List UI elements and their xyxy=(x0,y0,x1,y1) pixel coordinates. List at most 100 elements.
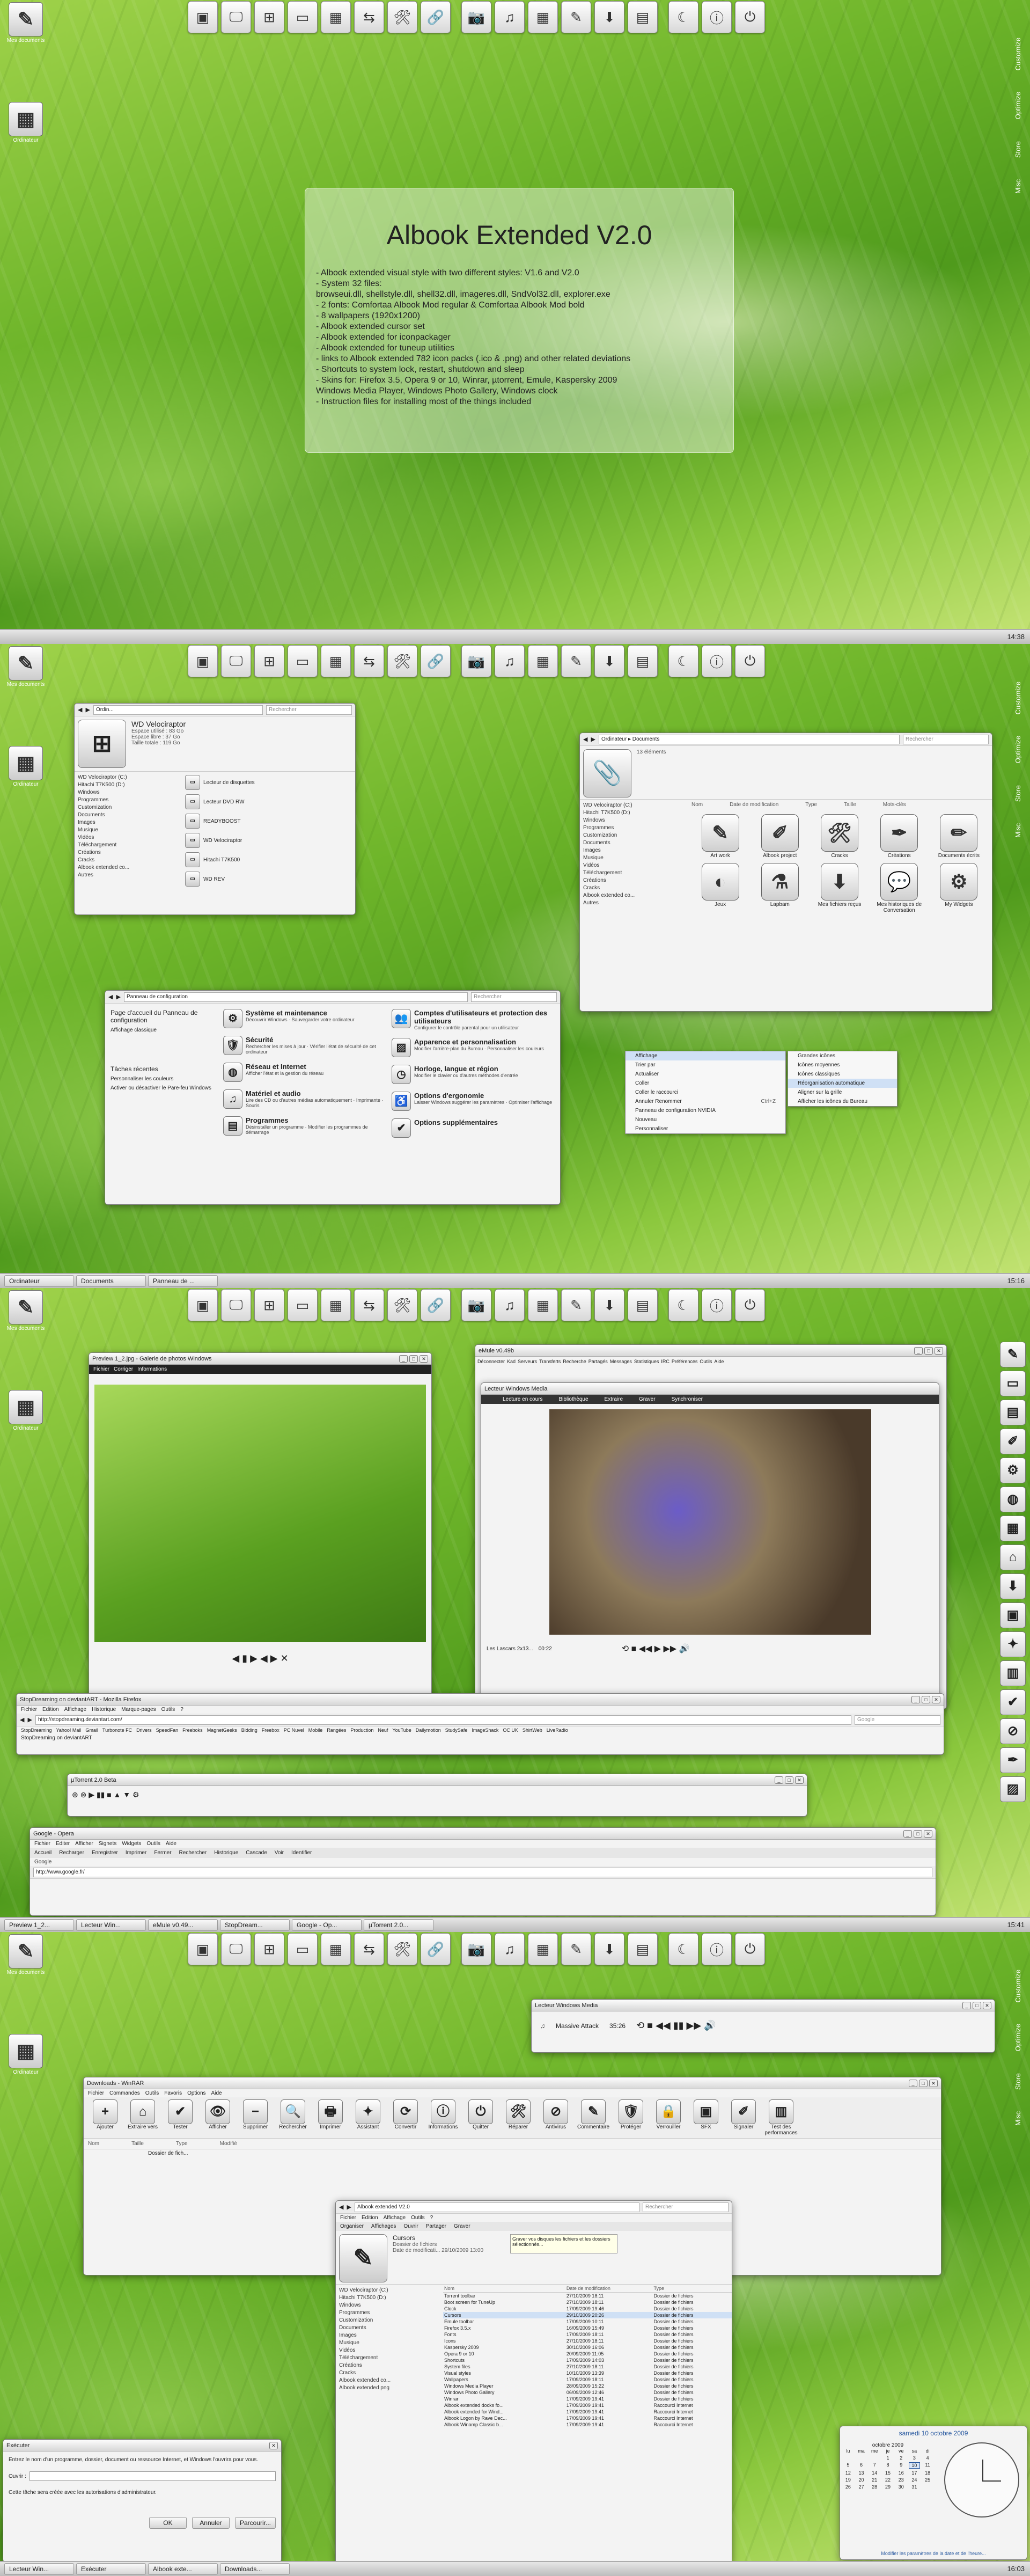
menu-afficher[interactable]: Afficher xyxy=(75,1841,93,1847)
tool-rechercher[interactable]: 🔍 Rechercher xyxy=(276,2099,310,2136)
search-input[interactable]: Rechercher xyxy=(471,992,557,1002)
tool-r-parer[interactable]: 🛠 Réparer xyxy=(501,2099,535,2136)
day-13[interactable]: 13 xyxy=(856,2470,867,2476)
menu-item-actualiser[interactable]: Actualiser xyxy=(626,1070,785,1079)
maximize-button[interactable]: □ xyxy=(785,1776,793,1784)
sidebar-link[interactable]: Tâches récentes xyxy=(111,1065,218,1073)
dock-icon-4[interactable]: ▦ xyxy=(321,1933,351,1965)
column-header[interactable]: Type xyxy=(652,2285,732,2293)
task-ex-cuter[interactable]: Exécuter xyxy=(76,2563,146,2575)
dock-icon-4[interactable]: ▦ xyxy=(321,1289,351,1321)
forward-button[interactable]: ▶ xyxy=(85,706,90,713)
menu-item-panneau-de-configuration-nvidia[interactable]: Panneau de configuration NVIDIA xyxy=(626,1106,785,1115)
dock-icon-4[interactable]: ▦ xyxy=(321,1,351,33)
dock-icon-11[interactable]: ✎ xyxy=(561,1933,591,1965)
open-input[interactable] xyxy=(29,2471,276,2481)
folder-mes-fichiers-re-us[interactable]: ⬇ Mes fichiers reçus xyxy=(811,863,868,913)
bookmark-turbonote-fc[interactable]: Turbonote FC xyxy=(102,1728,132,1733)
table-row[interactable]: Albook Logon by Rave Dec... 17/09/2009 19… xyxy=(443,2415,732,2421)
dock-icon-11[interactable]: ✎ xyxy=(561,1,591,33)
search-input[interactable]: Rechercher xyxy=(903,734,989,744)
menu-aide[interactable]: Aide xyxy=(211,2090,222,2096)
side-dock-icon-7[interactable]: ⌂ xyxy=(1000,1545,1026,1570)
menu-item-affichage[interactable]: Affichage xyxy=(626,1051,785,1060)
desktop-icon-computer[interactable]: ▦ Ordinateur xyxy=(4,1390,47,1431)
category-options-suppl-mentaires[interactable]: ✔ Options supplémentaires xyxy=(392,1118,555,1138)
side-label-misc[interactable]: Misc xyxy=(1014,179,1022,194)
nav-item-albook-extended-co[interactable]: Albook extended co... xyxy=(339,2377,440,2384)
dock-icon-13[interactable]: ▤ xyxy=(628,1,658,33)
maximize-button[interactable]: □ xyxy=(409,1355,418,1363)
category-s-curit[interactable]: 🛡 Sécurité Rechercher les mises à jour · V… xyxy=(223,1036,386,1055)
folder-my-widgets[interactable]: ⚙ My Widgets xyxy=(930,863,988,913)
menu-options[interactable]: Options xyxy=(187,2090,205,2096)
dock-icon-7[interactable]: 🔗 xyxy=(421,1,451,33)
tab-extraire[interactable]: Extraire xyxy=(605,1396,623,1402)
day-15[interactable]: 15 xyxy=(882,2470,894,2476)
forward-button[interactable]: ▶ xyxy=(116,993,120,1000)
minimize-button[interactable]: _ xyxy=(399,1355,408,1363)
day-1[interactable]: 1 xyxy=(882,2455,894,2461)
tab-recherche[interactable]: Recherche xyxy=(563,1359,586,1364)
dock-icon-14[interactable]: ☾ xyxy=(668,1289,698,1321)
tab-irc[interactable]: IRC xyxy=(661,1359,670,1364)
tab-messages[interactable]: Messages xyxy=(610,1359,632,1364)
tab-lecture-en-cours[interactable]: Lecture en cours xyxy=(503,1396,543,1402)
nav-item-hitachi-t7k500-d[interactable]: Hitachi T7K500 (D:) xyxy=(339,2294,440,2302)
bookmark-youtube[interactable]: YouTube xyxy=(392,1728,411,1733)
dock-icon-3[interactable]: ▭ xyxy=(288,645,318,677)
dock-icon-16[interactable]: ⏻ xyxy=(735,1289,765,1321)
side-label-misc[interactable]: Misc xyxy=(1014,823,1022,838)
dock-icon-6[interactable]: 🛠 xyxy=(387,645,417,677)
nav-item-vid-os[interactable]: Vidéos xyxy=(339,2347,440,2354)
table-row[interactable]: Wallpapers 17/09/2009 18:11 Dossier de fic… xyxy=(443,2376,732,2383)
sidebar-link[interactable]: Activer ou désactiver le Pare-feu Window… xyxy=(111,1085,218,1091)
tab-transferts[interactable]: Transferts xyxy=(539,1359,561,1364)
submenu-item-ic-nes-moyennes[interactable]: Icônes moyennes xyxy=(788,1060,897,1070)
tool-antivirus[interactable]: ⊘ Antivirus xyxy=(539,2099,573,2136)
dock-icon-16[interactable]: ⏻ xyxy=(735,1933,765,1965)
day-14[interactable]: 14 xyxy=(869,2470,880,2476)
minimize-button[interactable]: _ xyxy=(903,1829,912,1838)
close-button[interactable]: ✕ xyxy=(929,2079,938,2087)
table-row[interactable]: Kaspersky 2009 30/10/2009 16:06 Dossier de… xyxy=(443,2344,732,2351)
menu-outils[interactable]: Outils xyxy=(411,2215,425,2221)
day-27[interactable]: 27 xyxy=(856,2484,867,2490)
side-dock-icon-8[interactable]: ⬇ xyxy=(1000,1574,1026,1599)
side-label-optimize[interactable]: Optimize xyxy=(1014,2024,1022,2051)
tool-assistant[interactable]: ✦ Assistant xyxy=(351,2099,385,2136)
dock-icon-7[interactable]: 🔗 xyxy=(421,1289,451,1321)
dock-icon-7[interactable]: 🔗 xyxy=(421,1933,451,1965)
menu-signets[interactable]: Signets xyxy=(99,1841,116,1847)
tool-quitter[interactable]: ⏻ Quitter xyxy=(464,2099,498,2136)
nav-item-customization[interactable]: Customization xyxy=(78,804,179,811)
dock-icon-10[interactable]: ▦ xyxy=(528,645,558,677)
menu-item[interactable]: ? xyxy=(180,1707,183,1713)
close-button[interactable]: ✕ xyxy=(420,1355,428,1363)
close-button[interactable]: ✕ xyxy=(935,1346,943,1355)
dock-icon-9[interactable]: ♫ xyxy=(495,1933,525,1965)
bookmark-oc-uk[interactable]: OC UK xyxy=(503,1728,518,1733)
nav-item-documents[interactable]: Documents xyxy=(339,2324,440,2332)
category-r-seau-et-internet[interactable]: ◍ Réseau et Internet Afficher l'état et la… xyxy=(223,1063,386,1082)
table-row[interactable]: Torrent toolbar 27/10/2009 18:11 Dossier d… xyxy=(443,2293,732,2300)
dock-icon-1[interactable]: 🖵 xyxy=(221,1933,251,1965)
dock-icon-5[interactable]: ⇆ xyxy=(354,1289,384,1321)
tool-signaler[interactable]: ✐ Signaler xyxy=(726,2099,761,2136)
menu-fichier[interactable]: Fichier xyxy=(21,1707,37,1713)
menu-fichier[interactable]: Fichier xyxy=(34,1841,50,1847)
dock-icon-9[interactable]: ♫ xyxy=(495,1,525,33)
side-dock-icon-6[interactable]: ▦ xyxy=(1000,1516,1026,1541)
dock-icon-8[interactable]: 📷 xyxy=(461,645,491,677)
day-29[interactable]: 29 xyxy=(882,2484,894,2490)
bookmark-neuf[interactable]: Neuf xyxy=(378,1728,388,1733)
dock-icon-4[interactable]: ▦ xyxy=(321,645,351,677)
table-row[interactable]: Visual styles 10/10/2009 13:39 Dossier de … xyxy=(443,2370,732,2376)
date-settings-link[interactable]: Modifier les paramètres de la date et de… xyxy=(840,2551,1027,2556)
column-nom[interactable]: Nom xyxy=(88,2141,99,2147)
nav-item-wd-velociraptor-c[interactable]: WD Velociraptor (C:) xyxy=(583,802,684,809)
menu-corriger[interactable]: Corriger xyxy=(114,1366,133,1372)
folder-albook-project[interactable]: ✐ Albook project xyxy=(751,814,808,859)
day-19[interactable]: 19 xyxy=(842,2477,854,2483)
menu-item-annuler-renommer[interactable]: Annuler Renommer Ctrl+Z xyxy=(626,1097,785,1106)
